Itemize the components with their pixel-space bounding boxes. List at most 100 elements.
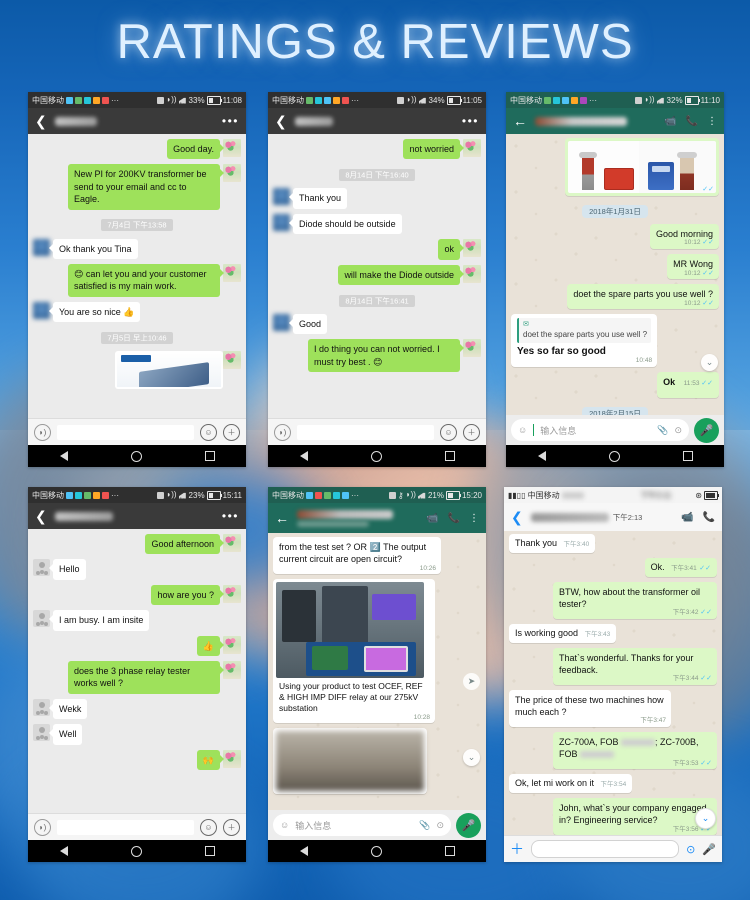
message-input-bar[interactable]: ◗) ☺ ＋ bbox=[28, 418, 246, 445]
paperclip-icon[interactable]: 📎 bbox=[419, 820, 430, 831]
back-icon[interactable]: ❮ bbox=[275, 114, 287, 128]
message-list[interactable]: not worried 8月14日 下午16:40 Thank you Diod… bbox=[268, 134, 486, 418]
message-list[interactable]: Good afternoon Hello how are you ? I am … bbox=[28, 529, 246, 813]
recents-nav-icon[interactable] bbox=[444, 451, 455, 461]
back-nav-icon[interactable] bbox=[299, 451, 308, 461]
emoji-icon[interactable]: ☺ bbox=[200, 818, 217, 836]
message-text: Is working good bbox=[515, 627, 579, 638]
overflow-menu-icon[interactable]: ••• bbox=[222, 509, 239, 523]
photo-message[interactable] bbox=[273, 728, 427, 795]
message-bubble: Good bbox=[288, 314, 328, 335]
home-nav-icon[interactable] bbox=[130, 450, 142, 462]
home-nav-icon[interactable] bbox=[130, 845, 142, 857]
message-list[interactable]: from the test set ? OR 2️⃣ The output cu… bbox=[268, 533, 486, 810]
video-call-icon[interactable]: 📹 bbox=[681, 512, 693, 523]
back-nav-icon[interactable] bbox=[59, 451, 68, 461]
home-nav-icon[interactable] bbox=[370, 845, 382, 857]
paperclip-icon[interactable]: 📎 bbox=[657, 425, 668, 436]
photo-message[interactable]: Using your product to test OCEF, REF & H… bbox=[273, 579, 435, 724]
camera-icon[interactable]: ⊙ bbox=[686, 843, 695, 856]
message-bubble: Ok, let mi work on it 下午3:54 bbox=[509, 774, 633, 794]
mic-icon[interactable]: 🎤 bbox=[694, 417, 719, 443]
plus-icon[interactable]: ＋ bbox=[223, 818, 240, 836]
message-list[interactable]: ✓✓ 2018年1月31日 Good morning 10:12 ✓✓ MR W… bbox=[506, 134, 724, 415]
voice-icon[interactable]: ◗) bbox=[274, 423, 291, 441]
emoji-icon[interactable]: ☺ bbox=[440, 423, 457, 441]
voice-icon[interactable]: ◗) bbox=[34, 423, 51, 441]
back-icon[interactable]: ❮ bbox=[35, 509, 47, 523]
message-list[interactable]: Good day. New PI for 200KV transformer b… bbox=[28, 134, 246, 418]
voice-icon[interactable]: ◗) bbox=[34, 818, 51, 836]
forward-icon[interactable]: ➤ bbox=[463, 673, 480, 690]
battery-percent: 23% bbox=[188, 490, 205, 500]
recents-nav-icon[interactable] bbox=[204, 846, 215, 856]
screenshot-wechat-2: 中国移动 ··· ◗)) 34% 11:05 ❮ ••• not worried… bbox=[268, 92, 486, 467]
overflow-menu-icon[interactable]: ••• bbox=[222, 114, 239, 128]
price-redacted bbox=[580, 751, 615, 759]
scroll-to-bottom-icon[interactable]: ⌄ bbox=[463, 749, 480, 766]
message-input[interactable] bbox=[297, 424, 434, 440]
message-bubble: Ok 11:53 ✓✓ bbox=[657, 372, 719, 398]
plus-icon[interactable]: ＋ bbox=[223, 423, 240, 441]
home-nav-icon[interactable] bbox=[370, 450, 382, 462]
emoji-icon[interactable]: ☺ bbox=[518, 425, 527, 435]
product-image-message[interactable]: ✓✓ bbox=[565, 138, 719, 196]
video-call-icon[interactable]: 📹 bbox=[664, 116, 676, 127]
back-nav-icon[interactable] bbox=[59, 846, 68, 856]
back-icon[interactable]: ❮ bbox=[35, 114, 47, 128]
message-input-bar[interactable]: ◗) ☺ ＋ bbox=[28, 813, 246, 840]
video-call-icon[interactable]: 📹 bbox=[426, 513, 438, 524]
android-nav-bar[interactable] bbox=[268, 445, 486, 467]
recents-nav-icon[interactable] bbox=[204, 451, 215, 461]
phone-call-icon[interactable]: 📞 bbox=[448, 513, 460, 524]
mic-icon[interactable]: 🎤 bbox=[456, 812, 481, 838]
scroll-to-bottom-icon[interactable]: ⌄ bbox=[695, 808, 716, 829]
phone-call-icon[interactable]: 📞 bbox=[703, 512, 715, 523]
message-input-bar[interactable]: ☺ 输入信息 📎 ⊙ 🎤 bbox=[268, 810, 486, 840]
overflow-menu-icon[interactable]: ••• bbox=[462, 114, 479, 128]
recents-nav-icon[interactable] bbox=[444, 846, 455, 856]
message-input-bar[interactable]: ☺ 输入信息 📎 ⊙ 🎤 bbox=[506, 415, 724, 445]
camera-icon[interactable]: ⊙ bbox=[436, 820, 444, 831]
message-bubble: Is working good 下午3:43 bbox=[509, 623, 617, 643]
scroll-to-bottom-icon[interactable]: ⌄ bbox=[701, 354, 718, 371]
mic-icon[interactable]: 🎤 bbox=[702, 843, 716, 856]
device-photo bbox=[139, 362, 209, 388]
message-input[interactable]: ☺ 输入信息 📎 ⊙ bbox=[273, 814, 451, 836]
message-input-bar[interactable]: ◗) ☺ ＋ bbox=[268, 418, 486, 445]
message-row: Good afternoon bbox=[33, 534, 241, 555]
message-input[interactable] bbox=[57, 819, 194, 835]
emoji-icon[interactable]: ☺ bbox=[200, 423, 217, 441]
home-nav-icon[interactable] bbox=[608, 450, 620, 462]
overflow-menu-icon[interactable]: ⋮ bbox=[469, 513, 479, 524]
camera-icon[interactable]: ⊙ bbox=[674, 425, 682, 436]
plus-icon[interactable]: ＋ bbox=[463, 423, 480, 441]
message-input[interactable] bbox=[57, 424, 194, 440]
message-bubble: doet the spare parts you use well ? 10:1… bbox=[567, 284, 719, 310]
android-nav-bar[interactable] bbox=[28, 840, 246, 862]
notification-icon bbox=[93, 96, 100, 104]
overflow-menu-icon[interactable]: ⋮ bbox=[707, 116, 717, 127]
avatar bbox=[463, 239, 481, 258]
message-input-bar[interactable]: ＋ ⊙ 🎤 bbox=[504, 835, 722, 862]
emoji-icon[interactable]: ☺ bbox=[280, 820, 289, 830]
message-list[interactable]: Thank you 下午3:40 Ok. 下午3:41 ✓✓ BTW, how … bbox=[504, 531, 722, 835]
phone-call-icon[interactable]: 📞 bbox=[686, 116, 698, 127]
message-input[interactable] bbox=[531, 840, 680, 858]
back-icon[interactable]: ❮ bbox=[511, 510, 523, 524]
image-message[interactable] bbox=[115, 351, 223, 390]
message-time: 下午3:54 bbox=[600, 781, 627, 789]
android-nav-bar[interactable] bbox=[268, 840, 486, 862]
back-icon[interactable]: ← bbox=[275, 511, 289, 525]
back-nav-icon[interactable] bbox=[537, 451, 546, 461]
back-nav-icon[interactable] bbox=[299, 846, 308, 856]
back-icon[interactable]: ← bbox=[513, 114, 527, 128]
plus-icon[interactable]: ＋ bbox=[510, 839, 524, 859]
android-nav-bar[interactable] bbox=[506, 445, 724, 467]
message-time: 10:26 bbox=[419, 564, 436, 572]
message-bubble: Good afternoon bbox=[145, 534, 224, 555]
message-input[interactable]: ☺ 输入信息 📎 ⊙ bbox=[511, 419, 689, 441]
android-nav-bar[interactable] bbox=[28, 445, 246, 467]
recents-nav-icon[interactable] bbox=[682, 451, 693, 461]
message-row: The price of these two machines how much… bbox=[509, 689, 717, 728]
